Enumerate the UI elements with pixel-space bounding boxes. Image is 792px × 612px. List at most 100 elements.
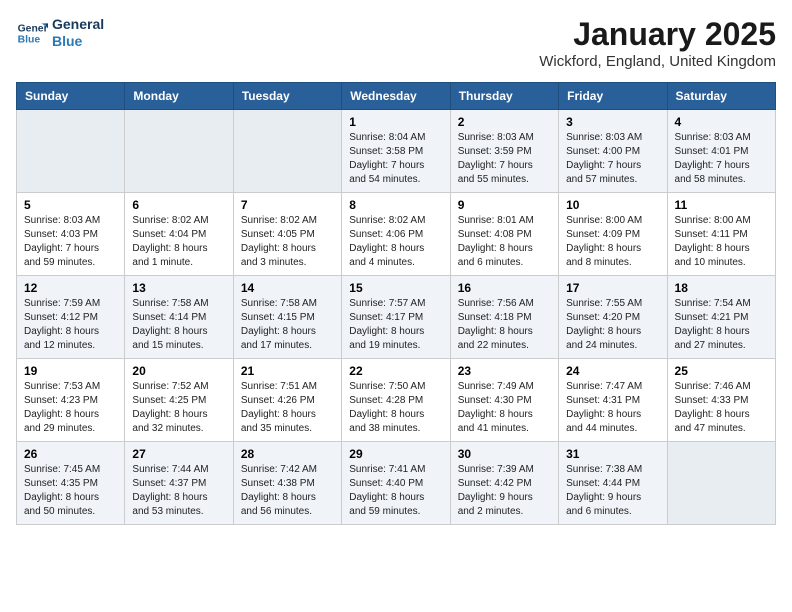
weekday-header: Thursday — [450, 83, 558, 110]
calendar-cell: 9 Sunrise: 8:01 AM Sunset: 4:08 PM Daylig… — [450, 193, 558, 276]
calendar-table: SundayMondayTuesdayWednesdayThursdayFrid… — [16, 82, 776, 525]
day-info: Sunrise: 8:04 AM Sunset: 3:58 PM Dayligh… — [349, 131, 442, 187]
calendar-week-row: 12 Sunrise: 7:59 AM Sunset: 4:12 PM Dayli… — [17, 276, 776, 359]
title-block: January 2025 Wickford, England, United K… — [539, 16, 776, 70]
calendar-cell: 23 Sunrise: 7:49 AM Sunset: 4:30 PM Dayli… — [450, 359, 558, 442]
day-info: Sunrise: 8:00 AM Sunset: 4:09 PM Dayligh… — [566, 214, 659, 270]
calendar-cell: 22Sunrise: 7:50 AM Sunset: 4:28 PM Dayli… — [342, 359, 450, 442]
day-info: Sunrise: 8:02 AM Sunset: 4:06 PM Dayligh… — [349, 214, 442, 270]
weekday-header: Monday — [125, 83, 233, 110]
calendar-cell: 3 Sunrise: 8:03 AM Sunset: 4:00 PM Daylig… — [559, 110, 667, 193]
day-number: 23 — [458, 364, 551, 378]
day-info: Sunrise: 7:46 AM Sunset: 4:33 PM Dayligh… — [675, 380, 768, 436]
day-number: 3 — [566, 115, 659, 129]
day-info: Sunrise: 7:49 AM Sunset: 4:30 PM Dayligh… — [458, 380, 551, 436]
day-number: 18 — [675, 281, 768, 295]
day-number: 19 — [24, 364, 117, 378]
day-number: 24 — [566, 364, 659, 378]
day-info: Sunrise: 7:56 AM Sunset: 4:18 PM Dayligh… — [458, 297, 551, 353]
day-info: Sunrise: 7:44 AM Sunset: 4:37 PM Dayligh… — [132, 463, 225, 519]
calendar-week-row: 5 Sunrise: 8:03 AM Sunset: 4:03 PM Daylig… — [17, 193, 776, 276]
day-number: 1 — [349, 115, 442, 129]
day-info: Sunrise: 7:45 AM Sunset: 4:35 PM Dayligh… — [24, 463, 117, 519]
day-info: Sunrise: 7:59 AM Sunset: 4:12 PM Dayligh… — [24, 297, 117, 353]
day-number: 26 — [24, 447, 117, 461]
location: Wickford, England, United Kingdom — [539, 53, 776, 70]
calendar-cell: 20 Sunrise: 7:52 AM Sunset: 4:25 PM Dayli… — [125, 359, 233, 442]
calendar-cell: 31Sunrise: 7:38 AM Sunset: 4:44 PM Dayli… — [559, 442, 667, 525]
calendar-cell — [667, 442, 775, 525]
day-info: Sunrise: 8:03 AM Sunset: 4:00 PM Dayligh… — [566, 131, 659, 187]
calendar-cell — [17, 110, 125, 193]
day-info: Sunrise: 7:52 AM Sunset: 4:25 PM Dayligh… — [132, 380, 225, 436]
day-number: 28 — [241, 447, 334, 461]
day-info: Sunrise: 7:58 AM Sunset: 4:14 PM Dayligh… — [132, 297, 225, 353]
calendar-cell: 2 Sunrise: 8:03 AM Sunset: 3:59 PM Daylig… — [450, 110, 558, 193]
day-info: Sunrise: 8:03 AM Sunset: 3:59 PM Dayligh… — [458, 131, 551, 187]
calendar-cell: 6 Sunrise: 8:02 AM Sunset: 4:04 PM Daylig… — [125, 193, 233, 276]
calendar-cell: 26 Sunrise: 7:45 AM Sunset: 4:35 PM Dayli… — [17, 442, 125, 525]
calendar-week-row: 26 Sunrise: 7:45 AM Sunset: 4:35 PM Dayli… — [17, 442, 776, 525]
calendar-week-row: 1 Sunrise: 8:04 AM Sunset: 3:58 PM Daylig… — [17, 110, 776, 193]
logo-line1: General — [52, 16, 104, 33]
day-number: 25 — [675, 364, 768, 378]
logo: General Blue General Blue — [16, 16, 104, 50]
day-number: 20 — [132, 364, 225, 378]
svg-text:Blue: Blue — [18, 34, 41, 45]
day-number: 9 — [458, 198, 551, 212]
calendar-cell: 14 Sunrise: 7:58 AM Sunset: 4:15 PM Dayli… — [233, 276, 341, 359]
calendar-cell: 8 Sunrise: 8:02 AM Sunset: 4:06 PM Daylig… — [342, 193, 450, 276]
day-number: 27 — [132, 447, 225, 461]
calendar-cell: 18 Sunrise: 7:54 AM Sunset: 4:21 PM Dayli… — [667, 276, 775, 359]
day-number: 5 — [24, 198, 117, 212]
weekday-header: Saturday — [667, 83, 775, 110]
day-number: 29 — [349, 447, 442, 461]
calendar-cell: 16 Sunrise: 7:56 AM Sunset: 4:18 PM Dayli… — [450, 276, 558, 359]
day-number: 11 — [675, 198, 768, 212]
day-number: 15 — [349, 281, 442, 295]
day-number: 10 — [566, 198, 659, 212]
day-number: 31 — [566, 447, 659, 461]
calendar-cell: 11 Sunrise: 8:00 AM Sunset: 4:11 PM Dayli… — [667, 193, 775, 276]
day-number: 14 — [241, 281, 334, 295]
day-info: Sunrise: 7:55 AM Sunset: 4:20 PM Dayligh… — [566, 297, 659, 353]
logo-icon: General Blue — [16, 17, 48, 49]
calendar-cell: 5 Sunrise: 8:03 AM Sunset: 4:03 PM Daylig… — [17, 193, 125, 276]
calendar-cell: 1 Sunrise: 8:04 AM Sunset: 3:58 PM Daylig… — [342, 110, 450, 193]
day-info: Sunrise: 8:01 AM Sunset: 4:08 PM Dayligh… — [458, 214, 551, 270]
day-number: 13 — [132, 281, 225, 295]
calendar-cell: 29 Sunrise: 7:41 AM Sunset: 4:40 PM Dayli… — [342, 442, 450, 525]
calendar-week-row: 19 Sunrise: 7:53 AM Sunset: 4:23 PM Dayli… — [17, 359, 776, 442]
day-info: Sunrise: 8:03 AM Sunset: 4:03 PM Dayligh… — [24, 214, 117, 270]
calendar-cell: 28 Sunrise: 7:42 AM Sunset: 4:38 PM Dayli… — [233, 442, 341, 525]
day-number: 17 — [566, 281, 659, 295]
day-number: 2 — [458, 115, 551, 129]
month-title: January 2025 — [539, 16, 776, 53]
day-number: 12 — [24, 281, 117, 295]
day-info: Sunrise: 7:53 AM Sunset: 4:23 PM Dayligh… — [24, 380, 117, 436]
calendar-cell: 30Sunrise: 7:39 AM Sunset: 4:42 PM Dayli… — [450, 442, 558, 525]
day-info: Sunrise: 7:42 AM Sunset: 4:38 PM Dayligh… — [241, 463, 334, 519]
day-info: Sunrise: 7:57 AM Sunset: 4:17 PM Dayligh… — [349, 297, 442, 353]
day-info: Sunrise: 7:50 AM Sunset: 4:28 PM Dayligh… — [349, 380, 442, 436]
svg-text:General: General — [18, 23, 48, 34]
calendar-cell: 17 Sunrise: 7:55 AM Sunset: 4:20 PM Dayli… — [559, 276, 667, 359]
day-info: Sunrise: 7:47 AM Sunset: 4:31 PM Dayligh… — [566, 380, 659, 436]
day-info: Sunrise: 7:58 AM Sunset: 4:15 PM Dayligh… — [241, 297, 334, 353]
calendar-cell: 10 Sunrise: 8:00 AM Sunset: 4:09 PM Dayli… — [559, 193, 667, 276]
calendar-cell: 27 Sunrise: 7:44 AM Sunset: 4:37 PM Dayli… — [125, 442, 233, 525]
day-number: 8 — [349, 198, 442, 212]
day-info: Sunrise: 8:02 AM Sunset: 4:04 PM Dayligh… — [132, 214, 225, 270]
weekday-header: Friday — [559, 83, 667, 110]
calendar-cell: 25 Sunrise: 7:46 AM Sunset: 4:33 PM Dayli… — [667, 359, 775, 442]
day-info: Sunrise: 8:00 AM Sunset: 4:11 PM Dayligh… — [675, 214, 768, 270]
day-number: 4 — [675, 115, 768, 129]
calendar-cell: 21Sunrise: 7:51 AM Sunset: 4:26 PM Dayli… — [233, 359, 341, 442]
calendar-cell: 7Sunrise: 8:02 AM Sunset: 4:05 PM Daylig… — [233, 193, 341, 276]
day-info: Sunrise: 7:54 AM Sunset: 4:21 PM Dayligh… — [675, 297, 768, 353]
day-info: Sunrise: 7:41 AM Sunset: 4:40 PM Dayligh… — [349, 463, 442, 519]
calendar-cell: 24 Sunrise: 7:47 AM Sunset: 4:31 PM Dayli… — [559, 359, 667, 442]
day-number: 6 — [132, 198, 225, 212]
weekday-header: Wednesday — [342, 83, 450, 110]
day-number: 16 — [458, 281, 551, 295]
